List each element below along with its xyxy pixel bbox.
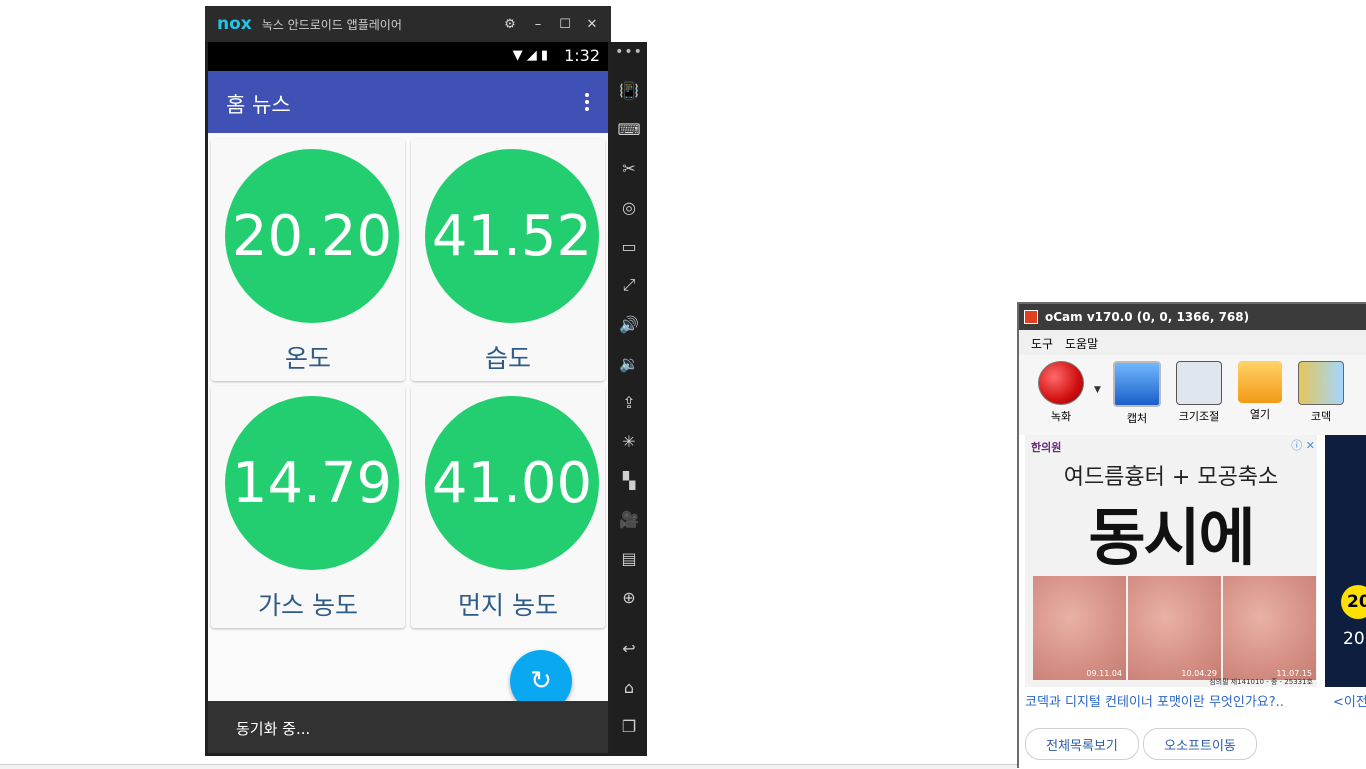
multi-instance-icon[interactable]: ▤ (611, 542, 647, 574)
sensor-label: 온도 (284, 344, 331, 373)
fullscreen-icon[interactable]: ⤢ (611, 269, 647, 301)
capture-label: 캡처 (1126, 412, 1148, 425)
refresh-icon: ↻ (530, 666, 552, 696)
ad-footer: 심의필 제141010 - 중 - 25331호 (1209, 678, 1313, 686)
ad-headline: 동시에 (1088, 501, 1255, 574)
menu-tools[interactable]: 도구 (1031, 335, 1053, 352)
sensor-gauge: 41.52 (425, 149, 599, 323)
ocam-menubar: 도구 도움말 (1019, 330, 1366, 355)
ad-photo: 11.07.15 (1223, 576, 1316, 680)
sensor-card-humidity[interactable]: 41.52 습도 (411, 139, 605, 381)
nox-side-toolbar: ••• 📳 ⌨ ✂ ◎ ▭ ⤢ 🔊 🔉 ⇪ ✳ ▚ 🎥 ▤ ⊕ ↩ ⌂ ❐ (611, 42, 647, 756)
ad-photo: 10.04.29 (1128, 576, 1221, 680)
nox-window-title: 녹스 안드로이드 앱플레이어 (261, 17, 402, 32)
snackbar: 동기화 중... (208, 701, 608, 753)
view-all-button[interactable]: 전체목록보기 (1025, 728, 1139, 760)
video-record-icon[interactable]: 🎥 (611, 503, 647, 535)
capture-icon (1113, 361, 1161, 407)
settings-icon[interactable]: ⚙ (497, 6, 523, 42)
resize-label: 크기조절 (1178, 410, 1220, 423)
ad-number: 20 (1343, 629, 1365, 649)
sensor-label: 먼지 농도 (458, 591, 558, 620)
macro-icon[interactable]: ▚ (611, 464, 647, 496)
sensor-label: 가스 농도 (258, 591, 358, 620)
keyboard-icon[interactable]: ⌨ (611, 113, 647, 145)
sensor-gauge: 20.20 (225, 149, 399, 323)
nox-titlebar[interactable]: nox 녹스 안드로이드 앱플레이어 ⚙ – ☐ ✕ (205, 6, 611, 42)
ocam-title: oCam v170.0 (0, 0, 1366, 768) (1045, 310, 1250, 324)
more-icon[interactable]: ••• (611, 44, 647, 60)
more-options-icon[interactable] (584, 93, 590, 113)
android-status-bar: ▼ ◢ ▮ 1:32 (208, 42, 608, 71)
recents-icon[interactable]: ❐ (611, 710, 647, 742)
record-dropdown-icon[interactable]: ▼ (1094, 385, 1101, 395)
minimize-button[interactable]: – (525, 6, 551, 42)
sensor-value: 41.52 (431, 203, 593, 269)
home-icon[interactable]: ⌂ (611, 671, 647, 703)
resize-icon (1176, 361, 1222, 405)
apk-install-icon[interactable]: ⇪ (611, 386, 647, 418)
sensor-value: 20.20 (231, 203, 393, 269)
record-icon (1038, 361, 1084, 405)
sync-icon[interactable]: ⊕ (611, 581, 647, 613)
menu-help[interactable]: 도움말 (1065, 335, 1098, 352)
sensor-card-dust[interactable]: 41.00 먼지 농도 (411, 386, 605, 628)
status-icons: ▼ ◢ ▮ (512, 48, 548, 63)
codec-label: 코덱 (1310, 410, 1332, 423)
article-link[interactable]: 코덱과 디지털 컨테이너 포맷이란 무엇인가요?.. (1025, 691, 1284, 710)
ad-close-icon[interactable]: ⓘ ✕ (1291, 437, 1315, 453)
nox-window: nox 녹스 안드로이드 앱플레이어 ⚙ – ☐ ✕ ▼ ◢ ▮ 1:32 홈 … (205, 6, 611, 756)
ad-banner-secondary[interactable]: 20 20 (1325, 435, 1366, 687)
codec-icon (1298, 361, 1344, 405)
volume-down-icon[interactable]: 🔉 (611, 347, 647, 379)
back-icon[interactable]: ↩ (611, 632, 647, 664)
screenshot-icon[interactable]: ✂ (611, 152, 647, 184)
sensor-gauge: 14.79 (225, 396, 399, 570)
sensor-card-gas[interactable]: 14.79 가스 농도 (211, 386, 405, 628)
loading-icon[interactable]: ✳ (611, 425, 647, 457)
maximize-button[interactable]: ☐ (552, 6, 578, 42)
ad-date: 09.11.04 (1086, 669, 1122, 678)
app-toolbar: 홈 뉴스 (208, 71, 608, 133)
open-button[interactable]: 열기 (1230, 361, 1290, 422)
snackbar-text: 동기화 중... (236, 720, 311, 738)
go-osoft-button[interactable]: 오소프트이동 (1143, 728, 1257, 760)
close-button[interactable]: ✕ (579, 6, 605, 42)
open-label: 열기 (1249, 408, 1271, 421)
ocam-window: oCam v170.0 (0, 0, 1366, 768) 도구 도움말 녹화 … (1017, 302, 1366, 768)
screen-icon[interactable]: ▭ (611, 230, 647, 262)
ocam-titlebar[interactable]: oCam v170.0 (0, 0, 1366, 768) (1019, 304, 1366, 330)
ocam-toolbar: 녹화 ▼ 캡처 크기조절 열기 코덱 (1019, 355, 1366, 435)
prev-link[interactable]: <이전 (1333, 691, 1366, 710)
codec-button[interactable]: 코덱 (1291, 361, 1351, 424)
sensor-label: 습도 (484, 344, 531, 373)
folder-icon (1238, 361, 1282, 403)
sensor-gauge: 41.00 (425, 396, 599, 570)
ad-photo: 09.11.04 (1033, 576, 1126, 680)
ad-logo: 한의원 (1031, 441, 1062, 454)
location-icon[interactable]: ◎ (611, 191, 647, 223)
sensor-grid: 20.20 온도 41.52 습도 14.79 가스 농도 41.00 먼지 농… (208, 133, 608, 712)
record-label: 녹화 (1050, 410, 1072, 423)
ad-banner[interactable]: 한의원 ⓘ ✕ 여드름흉터 + 모공축소 동시에 09.11.04 10.04.… (1025, 435, 1317, 687)
sensor-card-temperature[interactable]: 20.20 온도 (211, 139, 405, 381)
ad-badge: 20 (1341, 585, 1366, 619)
capture-button[interactable]: 캡처 (1107, 361, 1167, 426)
app-title: 홈 뉴스 (226, 93, 291, 117)
shake-icon[interactable]: 📳 (611, 74, 647, 106)
status-time: 1:32 (564, 46, 600, 65)
sensor-value: 41.00 (431, 450, 593, 516)
record-button[interactable]: 녹화 (1031, 361, 1091, 424)
resize-button[interactable]: 크기조절 (1169, 361, 1229, 424)
taskbar-edge (0, 764, 1017, 769)
volume-up-icon[interactable]: 🔊 (611, 308, 647, 340)
sensor-value: 14.79 (231, 450, 393, 516)
nox-logo: nox (217, 14, 252, 34)
ocam-app-icon (1024, 310, 1038, 324)
